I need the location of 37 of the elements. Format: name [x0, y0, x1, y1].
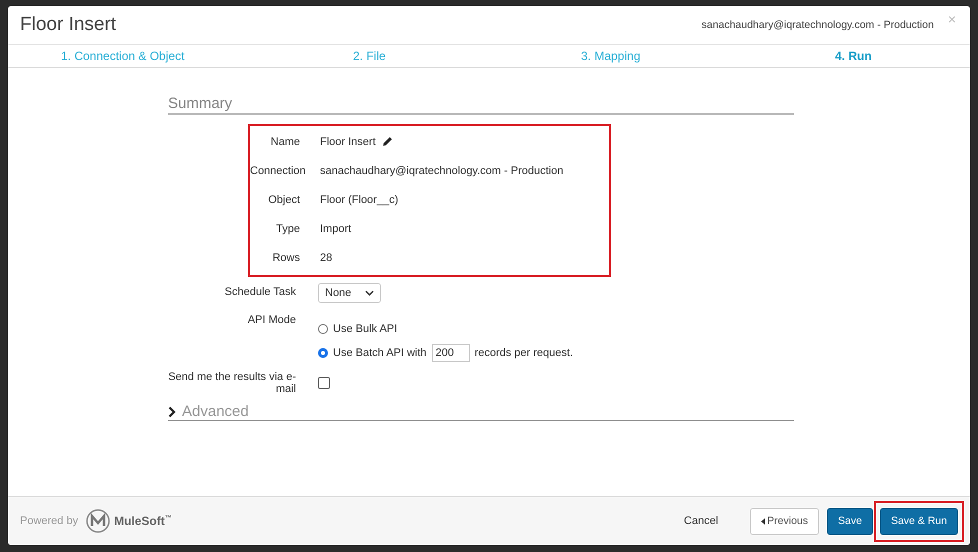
save-button[interactable]: Save	[827, 508, 873, 534]
logo-icon	[86, 509, 110, 533]
radio-button[interactable]	[318, 348, 328, 358]
caret-icon	[365, 290, 374, 296]
field-label: Send me the results via e-mail	[168, 370, 297, 394]
chevron-icon[interactable]	[168, 406, 176, 418]
option-label: records per request.	[474, 347, 573, 359]
field-label: Type	[275, 222, 301, 234]
powered-by-label: Powered by	[20, 515, 78, 527]
option-label: Use Batch API with	[333, 347, 427, 359]
field-label: Object	[267, 194, 301, 206]
previous-button[interactable]: Previous	[750, 508, 820, 534]
field-label: Schedule Task	[224, 286, 297, 298]
schedule-dropdown[interactable]: None	[318, 282, 382, 302]
step-tab[interactable]: 4. Run	[835, 49, 872, 63]
field-label: API Mode	[246, 314, 297, 326]
field-value: Floor (Floor__c)	[320, 194, 398, 206]
option-label: Use Bulk API	[333, 323, 398, 335]
save-button[interactable]: Save & Run	[880, 508, 958, 534]
section-title[interactable]: Advanced	[182, 403, 249, 420]
brand-name: MuleSoft$^{™}$	[114, 514, 172, 528]
pencil-icon[interactable]	[382, 136, 393, 147]
field-value: Import	[320, 222, 352, 234]
section-title: Summary	[168, 95, 794, 115]
radio-button[interactable]	[318, 324, 328, 334]
field-value: Floor Insert	[320, 136, 376, 148]
back-triangle-icon	[761, 518, 766, 524]
window-title: Floor Insert	[20, 14, 118, 36]
field-label: Connection	[250, 164, 307, 176]
field-value: sanachaudhary@iqratechnology.com - Production	[320, 164, 564, 176]
account-label: sanachaudhary@iqratechnology.com - Production	[702, 19, 934, 31]
field-value: 28	[320, 252, 332, 264]
cancel-button[interactable]: Cancel	[678, 514, 724, 528]
batch-size-input[interactable]: 200	[432, 344, 470, 362]
field-label: Rows	[271, 252, 301, 264]
field-label: Name	[270, 136, 301, 148]
checkbox[interactable]	[318, 376, 330, 388]
